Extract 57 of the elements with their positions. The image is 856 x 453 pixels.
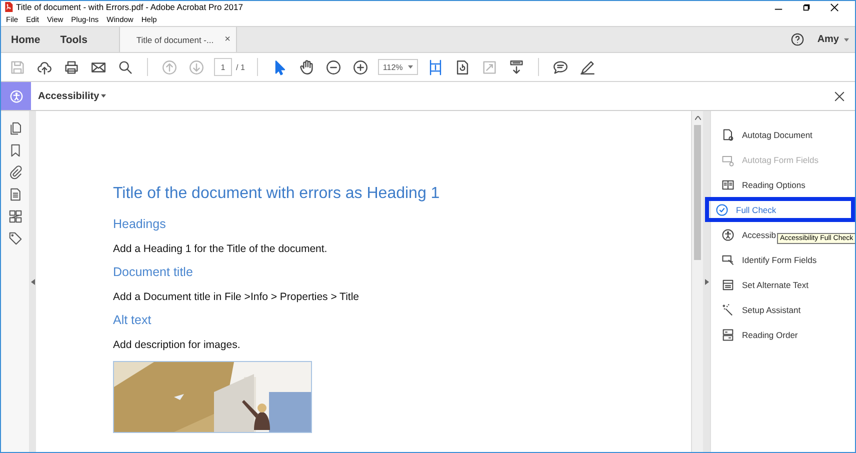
scroll-up-icon[interactable] [694,116,700,120]
window-title: Title of document - with Errors.pdf - Adobe Acrobat Pro 2017 [16,2,243,12]
wand-icon [721,302,735,316]
scroll-icon[interactable] [508,58,525,76]
document-icon[interactable] [8,187,22,202]
zoomin-icon[interactable] [352,58,369,76]
expand-arrow-icon[interactable] [704,278,708,284]
caret-icon [844,38,849,42]
restore-icon[interactable] [802,2,811,12]
user-menu[interactable]: Amy [817,34,839,45]
section-heading: Headings [113,217,167,231]
close-icon[interactable] [834,90,845,102]
page-total: / 1 [236,62,245,72]
section-heading: Alt text [113,313,152,327]
comment-icon[interactable] [552,58,569,76]
accessibility-icon [721,228,735,242]
help-icon[interactable] [790,32,806,47]
scrollbar-thumb[interactable] [694,125,701,260]
zoom-dropdown[interactable]: 112% [378,59,418,75]
nav-tab[interactable]: Tools [50,27,98,52]
accessibility-icon [8,88,24,104]
tag-icon[interactable] [8,231,22,246]
layers-icon[interactable] [8,209,22,224]
collapse-arrow-icon[interactable] [30,278,34,284]
zoomout-icon[interactable] [324,58,342,76]
form-wand-icon [721,252,735,266]
body-text: Add description for images. [113,339,242,351]
paperclip-icon[interactable] [8,165,22,180]
reading-order-icon [721,328,735,342]
document-tab[interactable]: Title of document -... × [119,27,238,52]
tool-item[interactable]: Setup Assistant [711,297,801,322]
tool-item[interactable]: Autotag Document [711,122,812,147]
tool-item[interactable]: Identify Form Fields [711,247,817,272]
close-icon[interactable] [830,2,839,12]
tab-close[interactable]: × [224,34,230,45]
caret-icon[interactable] [101,94,106,98]
tool-item[interactable]: Accessib [711,222,776,247]
tool-item[interactable]: Reading Options [711,172,806,197]
tool-item[interactable]: Reading Order [711,322,798,347]
print-icon[interactable] [63,58,80,76]
document-heading: Title of the document with errors as Heading 1 [113,185,441,203]
nav-tab[interactable]: Home [1,27,50,52]
image-text-icon [721,278,735,292]
page-number-field[interactable]: 1 [214,58,232,76]
columns-icon [721,178,735,192]
caret-icon [408,65,413,69]
tool-item[interactable]: Set Alternate Text [711,272,808,297]
hand-icon[interactable] [298,58,315,76]
body-text: Add a Document title in File >Info > Properties > Title [113,291,360,303]
accessibility-button[interactable] [1,82,31,110]
body-text: Add a Heading 1 for the Title of the document. [113,243,328,255]
section-heading: Document title [113,265,194,279]
sign-icon[interactable] [578,58,596,76]
tool-item[interactable]: Full Check [705,197,855,222]
search-icon[interactable] [117,58,134,76]
panel-title[interactable]: Accessibility [38,90,100,102]
pages-icon[interactable] [8,121,22,136]
